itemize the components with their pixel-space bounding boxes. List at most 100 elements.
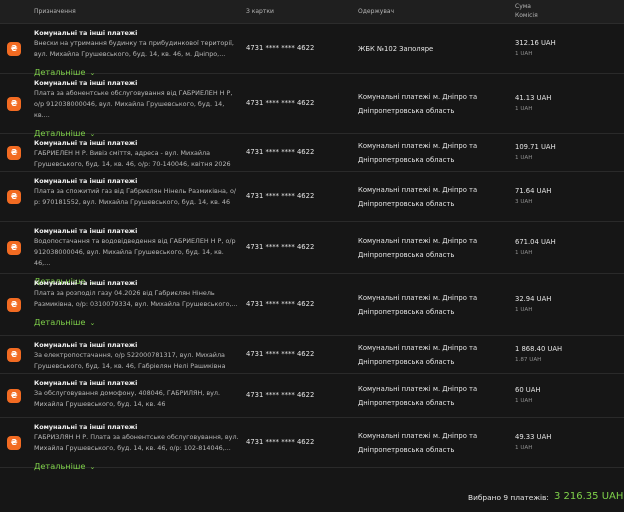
payment-amount: 1 868.40 UAH — [515, 345, 563, 353]
payment-fee: 1 UAH — [515, 51, 533, 57]
payment-fee: 1 UAH — [515, 445, 533, 451]
details-label: Детальніше — [34, 461, 86, 471]
hryvnia-glyph: ₴ — [10, 192, 18, 201]
payment-description: Внески на утримання будинку та прибудинк… — [34, 39, 234, 58]
card-number: 4731 **** **** 4622 — [246, 243, 315, 251]
payment-title: Комунальні та інші платежі — [34, 341, 138, 349]
payment-purpose: Комунальні та інші платежі За електропост… — [34, 341, 239, 372]
payment-amount: 671.04 UAH — [515, 238, 556, 246]
payment-row[interactable]: ₴ Комунальні та інші платежі Плата за спож… — [0, 172, 624, 222]
utility-payment-icon: ₴ — [7, 190, 21, 204]
card-number: 4731 **** **** 4622 — [246, 391, 315, 399]
payment-description: ГАБРИЗЛЯН Н Р. Плата за абонентське обсл… — [34, 433, 239, 452]
payment-row[interactable]: ₴ Комунальні та інші платежі Водопостачанн… — [0, 222, 624, 286]
payment-title: Комунальні та інші платежі — [34, 279, 138, 287]
payment-purpose: Комунальні та інші платежі ГАБРИЕЛЕН Н Р.… — [34, 139, 239, 170]
payment-purpose: Комунальні та інші платежі Внески на утри… — [34, 29, 239, 79]
card-number: 4731 **** **** 4622 — [246, 148, 315, 156]
payment-amount: 312.16 UAH — [515, 39, 556, 47]
card-number: 4731 **** **** 4622 — [246, 192, 315, 200]
card-number: 4731 **** **** 4622 — [246, 438, 315, 446]
payment-title: Комунальні та інші платежі — [34, 139, 138, 147]
payment-title: Комунальні та інші платежі — [34, 177, 138, 185]
payment-description: ГАБРИЕЛЕН Н Р. Вивіз сміття, адреса - ву… — [34, 149, 231, 168]
payment-title: Комунальні та інші платежі — [34, 29, 138, 37]
recipient-name: Комунальні платежі м. Дніпро та Дніпропе… — [358, 186, 478, 208]
recipient-name: Комунальні платежі м. Дніпро та Дніпропе… — [358, 385, 478, 407]
payment-title: Комунальні та інші платежі — [34, 79, 138, 87]
chevron-down-icon: ⌄ — [89, 319, 96, 327]
card-number: 4731 **** **** 4622 — [246, 350, 315, 358]
hryvnia-glyph: ₴ — [10, 350, 18, 359]
col-fee-header: Комісія — [515, 12, 538, 19]
payment-title: Комунальні та інші платежі — [34, 227, 138, 235]
payment-row[interactable]: ₴ Комунальні та інші платежі Плата за абон… — [0, 74, 624, 138]
details-toggle[interactable]: Детальніше ⌄ — [34, 316, 95, 329]
payment-fee: 1 UAH — [515, 307, 533, 313]
table-header: Призначення З картки Одержувач Сума Комі… — [0, 0, 624, 24]
hryvnia-glyph: ₴ — [10, 391, 18, 400]
hryvnia-glyph: ₴ — [10, 99, 18, 108]
card-number: 4731 **** **** 4622 — [246, 44, 315, 52]
payment-amount: 41.13 UAH — [515, 94, 552, 102]
recipient-name: Комунальні платежі м. Дніпро та Дніпропе… — [358, 344, 478, 366]
recipient-name: Комунальні платежі м. Дніпро та Дніпропе… — [358, 93, 478, 115]
recipient-name: Комунальні платежі м. Дніпро та Дніпропе… — [358, 432, 478, 454]
details-toggle[interactable]: Детальніше ⌄ — [34, 460, 95, 473]
utility-payment-icon: ₴ — [7, 348, 21, 362]
payment-purpose: Комунальні та інші платежі Плата за спожи… — [34, 177, 239, 208]
payment-row[interactable]: ₴ Комунальні та інші платежі Плата за розп… — [0, 274, 624, 336]
utility-payment-icon: ₴ — [7, 146, 21, 160]
recipient-name: Комунальні платежі м. Дніпро та Дніпропе… — [358, 294, 478, 316]
payment-fee: 1 UAH — [515, 398, 533, 404]
col-recipient-header: Одержувач — [358, 8, 395, 15]
payment-purpose: Комунальні та інші платежі ГАБРИЗЛЯН Н Р.… — [34, 423, 239, 473]
payment-title: Комунальні та інші платежі — [34, 379, 138, 387]
payment-description: За електропостачання, о/р 522000781317, … — [34, 351, 226, 370]
utility-payment-icon: ₴ — [7, 241, 21, 255]
utility-payment-icon: ₴ — [7, 436, 21, 450]
col-amount-header: Сума — [515, 3, 531, 10]
utility-payment-icon: ₴ — [7, 42, 21, 56]
recipient-name: ЖБК №102 Заполяре — [358, 45, 434, 53]
hryvnia-glyph: ₴ — [10, 300, 18, 309]
utility-payment-icon: ₴ — [7, 298, 21, 312]
col-purpose-header: Призначення — [34, 8, 76, 15]
payment-purpose: Комунальні та інші платежі За обслуговува… — [34, 379, 239, 410]
payment-amount: 71.64 UAH — [515, 187, 552, 195]
col-card-header: З картки — [246, 8, 274, 15]
utility-payment-icon: ₴ — [7, 389, 21, 403]
selected-total: 3 216.35 UAH — [554, 491, 624, 502]
hryvnia-glyph: ₴ — [10, 44, 18, 53]
recipient-name: Комунальні платежі м. Дніпро та Дніпропе… — [358, 142, 478, 164]
payment-amount: 49.33 UAH — [515, 433, 552, 441]
payment-purpose: Комунальні та інші платежі Плата за розпо… — [34, 279, 239, 329]
hryvnia-glyph: ₴ — [10, 438, 18, 447]
payment-amount: 109.71 UAH — [515, 143, 556, 151]
payment-description: За обслуговування домофону, 408046, ГАБР… — [34, 389, 220, 408]
payment-purpose: Комунальні та інші платежі Плата за абоне… — [34, 79, 239, 140]
card-number: 4731 **** **** 4622 — [246, 99, 315, 107]
recipient-name: Комунальні платежі м. Дніпро та Дніпропе… — [358, 237, 478, 259]
chevron-down-icon: ⌄ — [89, 463, 96, 471]
payment-fee: 1 UAH — [515, 106, 533, 112]
payment-fee: 1 UAH — [515, 250, 533, 256]
payment-description: Плата за спожитий газ від Габриєлян Ніне… — [34, 187, 237, 206]
payment-description: Плата за розподіл газу 04.2026 від Габри… — [34, 289, 238, 308]
payment-title: Комунальні та інші платежі — [34, 423, 138, 431]
hryvnia-glyph: ₴ — [10, 243, 18, 252]
hryvnia-glyph: ₴ — [10, 148, 18, 157]
payment-row[interactable]: ₴ Комунальні та інші платежі ГАБРИЗЛЯН Н Р… — [0, 418, 624, 471]
payment-amount: 60 UAH — [515, 386, 541, 394]
payment-fee: 3 UAH — [515, 199, 533, 205]
payment-fee: 1.87 UAH — [515, 357, 542, 363]
payment-row[interactable]: ₴ Комунальні та інші платежі Внески на утр… — [0, 24, 624, 77]
payment-amount: 32.94 UAH — [515, 295, 552, 303]
card-number: 4731 **** **** 4622 — [246, 300, 315, 308]
payment-row[interactable]: ₴ Комунальні та інші платежі ГАБРИЕЛЕН Н Р… — [0, 134, 624, 172]
payment-row[interactable]: ₴ Комунальні та інші платежі За обслуговув… — [0, 374, 624, 418]
payment-description: Водопостачання та водовідведення від ГАБ… — [34, 237, 236, 267]
payment-row[interactable]: ₴ Комунальні та інші платежі За електропос… — [0, 336, 624, 374]
details-label: Детальніше — [34, 317, 86, 327]
selected-count-label: Вибрано 9 платежів: — [468, 493, 549, 502]
